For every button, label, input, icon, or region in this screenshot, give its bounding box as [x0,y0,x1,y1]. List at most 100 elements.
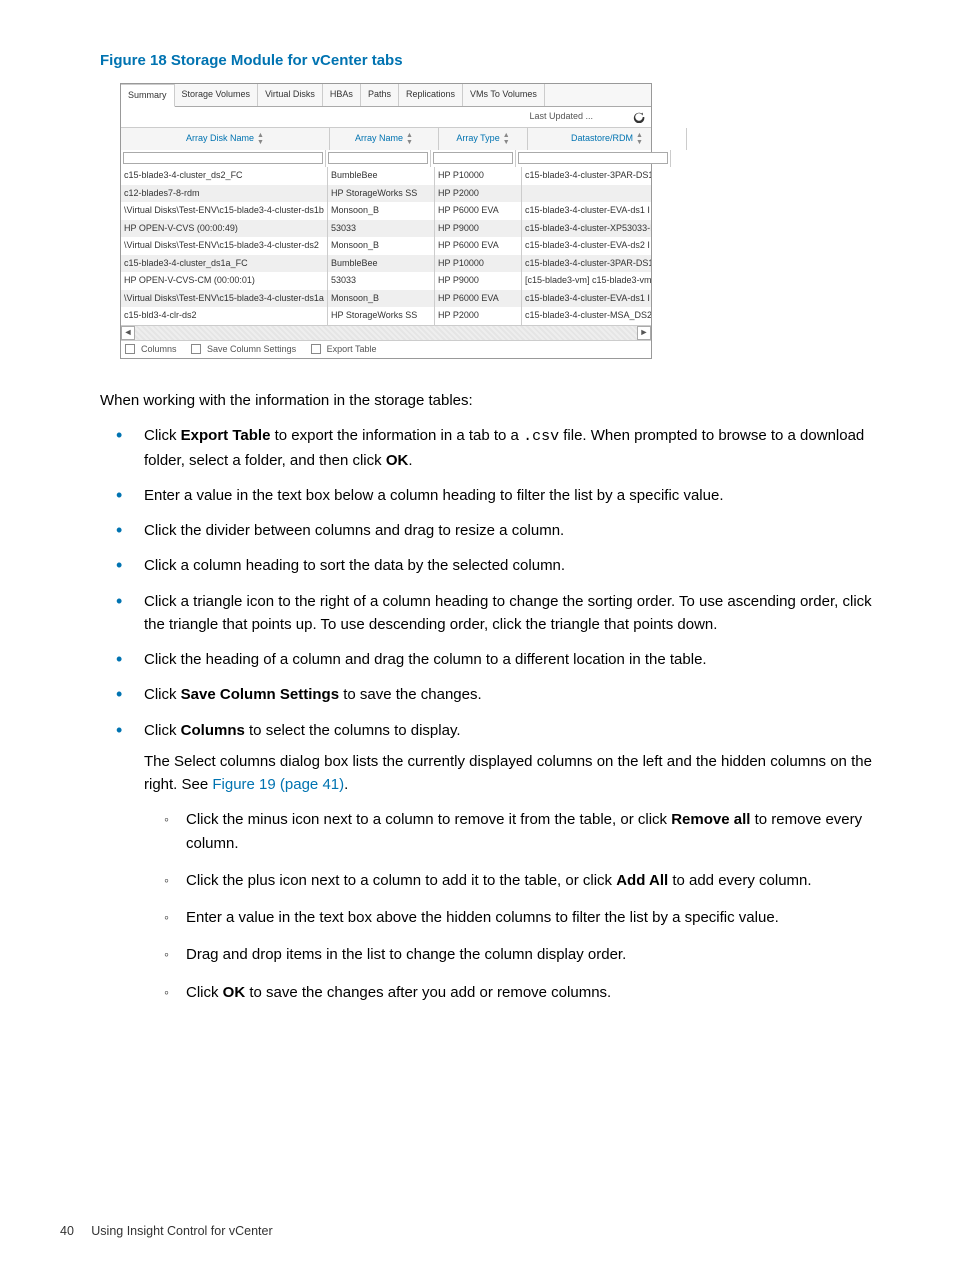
tab-virtual-disks[interactable]: Virtual Disks [258,84,323,107]
cell: \Virtual Disks\Test-ENV\c15-blade3-4-clu… [121,202,328,220]
cell: c15-blade3-4-cluster-3PAR-DS1 [522,255,651,273]
cell: [c15-blade3-vm] c15-blade3-vm1 [522,272,651,290]
filter-input-array-disk-name[interactable] [123,152,323,164]
cell: c15-blade3-4-cluster-MSA_DS2 [522,307,651,325]
tab-hbas[interactable]: HBAs [323,84,361,107]
list-item: Click Save Column Settings to save the c… [130,683,894,706]
filter-input-datastore-rdm[interactable] [518,152,668,164]
popup-icon [125,344,135,354]
cell: HP P9000 [435,272,522,290]
cell: HP P6000 EVA [435,237,522,255]
scroll-track[interactable] [135,326,637,340]
section-title: Using Insight Control for vCenter [91,1224,272,1238]
cell: HP P6000 EVA [435,290,522,308]
table-row[interactable]: HP OPEN-V-CVS (00:00:49) 53033 HP P9000 … [121,220,651,238]
column-header-label: Array Disk Name [186,132,254,146]
column-header-row: Array Disk Name ▲▼ Array Name ▲▼ Array T… [121,127,651,150]
body-text: When working with the information in the… [100,389,894,1004]
outer-bullet-list: Click Export Table to export the informa… [100,424,894,1004]
sort-icon[interactable]: ▲▼ [406,132,413,146]
figure-caption: Figure 18 Storage Module for vCenter tab… [100,50,894,73]
list-item: Click the heading of a column and drag t… [130,648,894,671]
list-item: Enter a value in the text box below a co… [130,484,894,507]
tab-bar: Summary Storage Volumes Virtual Disks HB… [121,84,651,108]
tab-storage-volumes[interactable]: Storage Volumes [175,84,259,107]
column-header-array-disk-name[interactable]: Array Disk Name ▲▼ [121,128,330,150]
cell: HP OPEN-V-CVS-CM (00:00:01) [121,272,328,290]
cell: c15-blade3-4-cluster-3PAR-DS1 [522,167,651,185]
cell: c15-blade3-4-cluster_ds1a_FC [121,255,328,273]
table-row[interactable]: c15-blade3-4-cluster_ds1a_FC BumbleBee H… [121,255,651,273]
cell: \Virtual Disks\Test-ENV\c15-blade3-4-clu… [121,290,328,308]
export-table-link[interactable]: Export Table [311,344,383,354]
tab-summary[interactable]: Summary [121,84,175,108]
column-header-array-name[interactable]: Array Name ▲▼ [330,128,439,150]
columns-link[interactable]: Columns [125,344,183,354]
table-row[interactable]: \Virtual Disks\Test-ENV\c15-blade3-4-clu… [121,202,651,220]
horizontal-scrollbar[interactable]: ◄ ► [121,325,651,340]
sort-icon[interactable]: ▲▼ [636,132,643,146]
cell: HP OPEN-V-CVS (00:00:49) [121,220,328,238]
cell: Monsoon_B [328,237,435,255]
filter-row [121,150,651,168]
cell: c15-blade3-4-cluster-EVA-ds1 I [522,290,651,308]
table-row[interactable]: \Virtual Disks\Test-ENV\c15-blade3-4-clu… [121,290,651,308]
column-header-array-type[interactable]: Array Type ▲▼ [439,128,528,150]
table-row[interactable]: HP OPEN-V-CVS-CM (00:00:01) 53033 HP P90… [121,272,651,290]
list-item: Click a triangle icon to the right of a … [130,590,894,637]
column-header-datastore-rdm[interactable]: Datastore/RDM ▲▼ [528,128,687,150]
filter-input-array-name[interactable] [328,152,428,164]
list-item: Click the plus icon next to a column to … [180,869,894,892]
scroll-right-icon[interactable]: ► [637,326,651,340]
column-header-label: Array Type [456,132,499,146]
table-body: c15-blade3-4-cluster_ds2_FC BumbleBee HP… [121,167,651,325]
tab-replications[interactable]: Replications [399,84,463,107]
intro-para: When working with the information in the… [100,389,894,412]
cell: BumbleBee [328,255,435,273]
cell: c15-blade3-4-cluster-EVA-ds2 I [522,237,651,255]
list-item: Click a column heading to sort the data … [130,554,894,577]
cell: Monsoon_B [328,290,435,308]
figure-19-link[interactable]: Figure 19 (page 41) [212,776,344,793]
list-item: Click OK to save the changes after you a… [180,981,894,1004]
cell: Monsoon_B [328,202,435,220]
list-item: Click the divider between columns and dr… [130,519,894,542]
cell: c15-blade3-4-cluster_ds2_FC [121,167,328,185]
cell: \Virtual Disks\Test-ENV\c15-blade3-4-clu… [121,237,328,255]
cell: 53033 [328,272,435,290]
table-row[interactable]: \Virtual Disks\Test-ENV\c15-blade3-4-clu… [121,237,651,255]
scroll-left-icon[interactable]: ◄ [121,326,135,340]
table-row[interactable]: c15-bld3-4-clr-ds2 HP StorageWorks SS HP… [121,307,651,325]
popup-icon [311,344,321,354]
save-column-settings-link[interactable]: Save Column Settings [191,344,302,354]
cell: BumbleBee [328,167,435,185]
popup-icon [191,344,201,354]
tab-paths[interactable]: Paths [361,84,399,107]
list-item: Click the minus icon next to a column to… [180,808,894,855]
page-footer: 40 Using Insight Control for vCenter [60,1222,273,1241]
refresh-icon[interactable] [633,111,645,123]
cell: c12-blades7-8-rdm [121,185,328,203]
table-row[interactable]: c12-blades7-8-rdm HP StorageWorks SS HP … [121,185,651,203]
cell: 53033 [328,220,435,238]
cell: HP P10000 [435,255,522,273]
cell [522,185,651,203]
tab-vms-to-volumes[interactable]: VMs To Volumes [463,84,545,107]
cell: HP P2000 [435,307,522,325]
cell: c15-bld3-4-clr-ds2 [121,307,328,325]
cell: c15-blade3-4-cluster-XP53033-I [522,220,651,238]
cell: HP P9000 [435,220,522,238]
table-footer-links: Columns Save Column Settings Export Tabl… [121,340,651,359]
list-item: Drag and drop items in the list to chang… [180,943,894,966]
column-header-label: Datastore/RDM [571,132,633,146]
table-row[interactable]: c15-blade3-4-cluster_ds2_FC BumbleBee HP… [121,167,651,185]
filter-input-array-type[interactable] [433,152,513,164]
list-item: Enter a value in the text box above the … [180,906,894,929]
list-item: Click Columns to select the columns to d… [130,719,894,1004]
sort-icon[interactable]: ▲▼ [503,132,510,146]
inner-bullet-list: Click the minus icon next to a column to… [144,808,894,1004]
sort-icon[interactable]: ▲▼ [257,132,264,146]
last-updated-label: Last Updated ... [529,110,593,124]
cell: HP P2000 [435,185,522,203]
page-number: 40 [60,1224,74,1238]
